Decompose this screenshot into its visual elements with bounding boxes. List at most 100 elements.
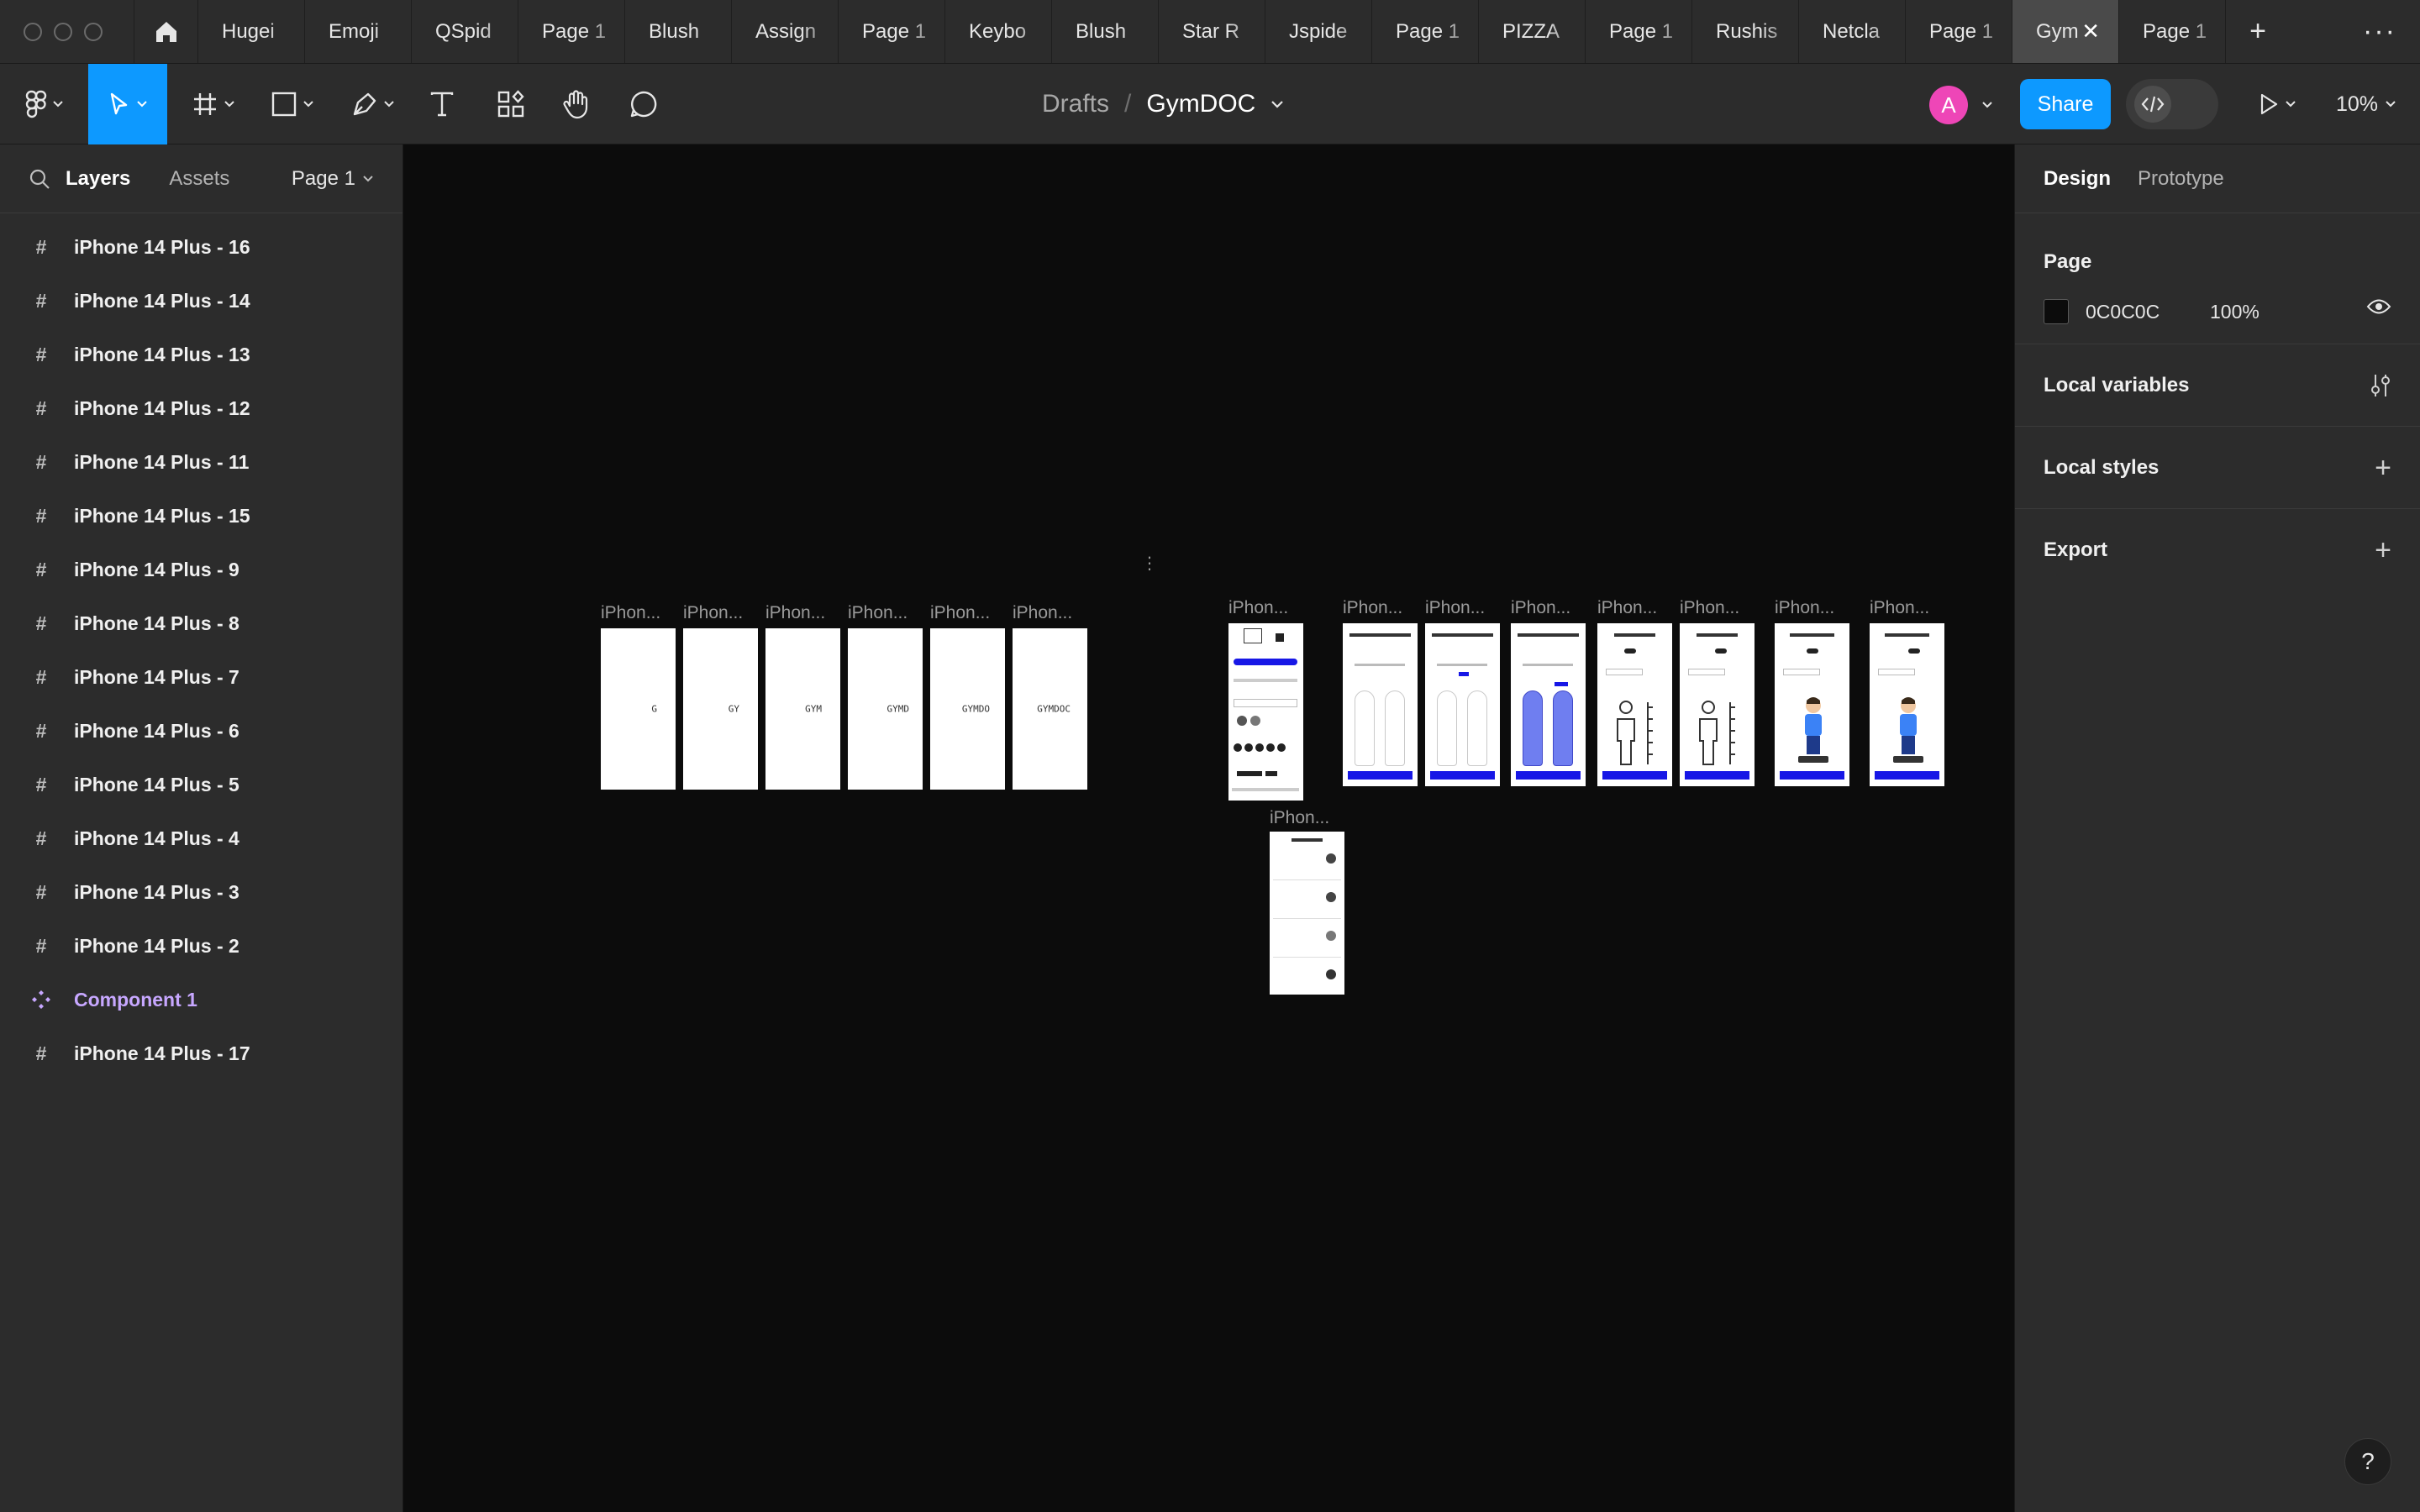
frame-label[interactable]: iPhon... <box>1013 603 1072 623</box>
layer-row[interactable]: # iPhone 14 Plus - 4 <box>0 811 402 865</box>
phone-frame-list[interactable] <box>1270 832 1344 995</box>
file-tab[interactable]: Page 1 <box>518 0 625 63</box>
file-tab[interactable]: Star R <box>1159 0 1265 63</box>
phone-frame-weight[interactable] <box>1775 623 1849 786</box>
help-button[interactable]: ? <box>2344 1438 2391 1485</box>
avatar[interactable]: A <box>1929 86 1968 124</box>
phone-frame[interactable]: GYMDOC <box>1013 628 1087 790</box>
tab-layers[interactable]: Layers <box>66 167 130 191</box>
phone-frame-body-select[interactable] <box>1343 623 1418 786</box>
layer-row[interactable]: # iPhone 14 Plus - 8 <box>0 596 402 650</box>
chevron-down-icon[interactable] <box>1270 100 1284 108</box>
phone-frame[interactable]: GYMDO <box>930 628 1005 790</box>
layer-row[interactable]: # iPhone 14 Plus - 3 <box>0 865 402 919</box>
file-tab[interactable]: Blush <box>625 0 732 63</box>
frame-label[interactable]: iPhon... <box>1870 598 1929 618</box>
layer-row[interactable]: # iPhone 14 Plus - 15 <box>0 489 402 543</box>
local-variables-label[interactable]: Local variables <box>2044 374 2189 397</box>
page-opacity-value[interactable]: 100% <box>2210 301 2260 323</box>
dev-mode-toggle[interactable] <box>2126 79 2218 129</box>
layer-row[interactable]: # iPhone 14 Plus - 11 <box>0 435 402 489</box>
frame-label[interactable]: iPhon... <box>1775 598 1834 618</box>
page-color-value[interactable]: 0C0C0C <box>2086 301 2210 323</box>
layer-row[interactable]: # iPhone 14 Plus - 5 <box>0 758 402 811</box>
frame-label[interactable]: iPhon... <box>1425 598 1485 618</box>
phone-frame[interactable]: G <box>601 628 676 790</box>
color-swatch[interactable] <box>2044 299 2069 324</box>
share-button[interactable]: Share <box>2020 79 2111 129</box>
close-tab-icon[interactable]: ✕ <box>2081 18 2100 45</box>
text-tool-button[interactable] <box>424 64 460 144</box>
breadcrumb-drafts[interactable]: Drafts <box>1042 90 1109 118</box>
layer-row[interactable]: # iPhone 14 Plus - 12 <box>0 381 402 435</box>
sliders-icon[interactable] <box>2370 373 2391 398</box>
file-tab[interactable]: Rushis <box>1692 0 1799 63</box>
tab-prototype[interactable]: Prototype <box>2138 167 2224 191</box>
phone-frame-height[interactable] <box>1680 623 1754 786</box>
shape-tool-button[interactable] <box>262 64 323 144</box>
file-tab[interactable]: Page 1 <box>1372 0 1479 63</box>
phone-frame[interactable]: GY <box>683 628 758 790</box>
component-handle-icon[interactable]: ⋮ <box>1141 553 1158 574</box>
layer-row[interactable]: # iPhone 14 Plus - 2 <box>0 919 402 973</box>
layer-row[interactable]: # iPhone 14 Plus - 14 <box>0 274 402 328</box>
page-selector[interactable]: Page 1 <box>292 167 374 191</box>
chevron-down-icon[interactable] <box>1981 101 1993 109</box>
tab-design[interactable]: Design <box>2044 167 2111 191</box>
phone-frame-height[interactable] <box>1597 623 1672 786</box>
resources-tool-button[interactable] <box>492 64 529 144</box>
search-icon[interactable] <box>29 168 50 190</box>
minimize-window-icon[interactable] <box>54 22 72 41</box>
file-tab[interactable]: QSpid <box>412 0 518 63</box>
frame-label[interactable]: iPhon... <box>1343 598 1402 618</box>
maximize-window-icon[interactable] <box>84 22 103 41</box>
home-tab[interactable] <box>134 0 198 63</box>
phone-frame-home[interactable] <box>1228 623 1303 801</box>
frame-tool-button[interactable] <box>183 64 244 144</box>
phone-frame-body-select[interactable] <box>1511 623 1586 786</box>
file-tab[interactable]: Page 1 <box>2119 0 2226 63</box>
phone-frame-weight[interactable] <box>1870 623 1944 786</box>
main-menu-button[interactable] <box>15 64 74 144</box>
frame-label[interactable]: iPhon... <box>1597 598 1657 618</box>
eye-icon[interactable] <box>2366 297 2391 316</box>
layer-row-component[interactable]: Component 1 <box>0 973 402 1026</box>
hand-tool-button[interactable] <box>558 64 595 144</box>
new-tab-button[interactable]: + <box>2226 0 2290 63</box>
pen-tool-button[interactable] <box>343 64 403 144</box>
frame-label[interactable]: iPhon... <box>1680 598 1739 618</box>
file-tab[interactable]: Netcla <box>1799 0 1906 63</box>
phone-frame-body-select[interactable] <box>1425 623 1500 786</box>
frame-label[interactable]: iPhon... <box>930 603 990 623</box>
file-name[interactable]: GymDOC <box>1146 90 1255 118</box>
layer-row[interactable]: # iPhone 14 Plus - 16 <box>0 220 402 274</box>
file-tab[interactable]: Jspide <box>1265 0 1372 63</box>
phone-frame[interactable]: GYMD <box>848 628 923 790</box>
frame-label[interactable]: iPhon... <box>1228 598 1288 618</box>
tab-assets[interactable]: Assets <box>169 167 229 191</box>
file-tab[interactable]: Page 1 <box>1906 0 2012 63</box>
present-button[interactable] <box>2252 64 2302 144</box>
more-menu-button[interactable]: ··· <box>2339 0 2420 63</box>
comment-tool-button[interactable] <box>625 64 662 144</box>
file-tab[interactable]: Emoji <box>305 0 412 63</box>
file-tab[interactable]: Page 1 <box>839 0 945 63</box>
layer-row[interactable]: # iPhone 14 Plus - 6 <box>0 704 402 758</box>
layer-row[interactable]: # iPhone 14 Plus - 7 <box>0 650 402 704</box>
file-tab[interactable]: Keybo <box>945 0 1052 63</box>
frame-label[interactable]: iPhon... <box>601 603 660 623</box>
file-tab[interactable]: Blush <box>1052 0 1159 63</box>
layer-row[interactable]: # iPhone 14 Plus - 17 <box>0 1026 402 1080</box>
file-tab[interactable]: PIZZA <box>1479 0 1586 63</box>
file-tab-active[interactable]: Gym ✕ <box>2012 0 2119 63</box>
move-tool-button[interactable] <box>88 64 167 144</box>
file-tab[interactable]: Hugei <box>198 0 305 63</box>
frame-label[interactable]: iPhon... <box>1511 598 1570 618</box>
file-tab[interactable]: Page 1 <box>1586 0 1692 63</box>
frame-label[interactable]: iPhon... <box>848 603 908 623</box>
frame-label[interactable]: iPhon... <box>683 603 743 623</box>
file-tab[interactable]: Assign <box>732 0 839 63</box>
close-window-icon[interactable] <box>24 22 42 41</box>
zoom-menu[interactable]: 10% <box>2336 64 2396 144</box>
plus-icon[interactable]: + <box>2375 536 2391 564</box>
